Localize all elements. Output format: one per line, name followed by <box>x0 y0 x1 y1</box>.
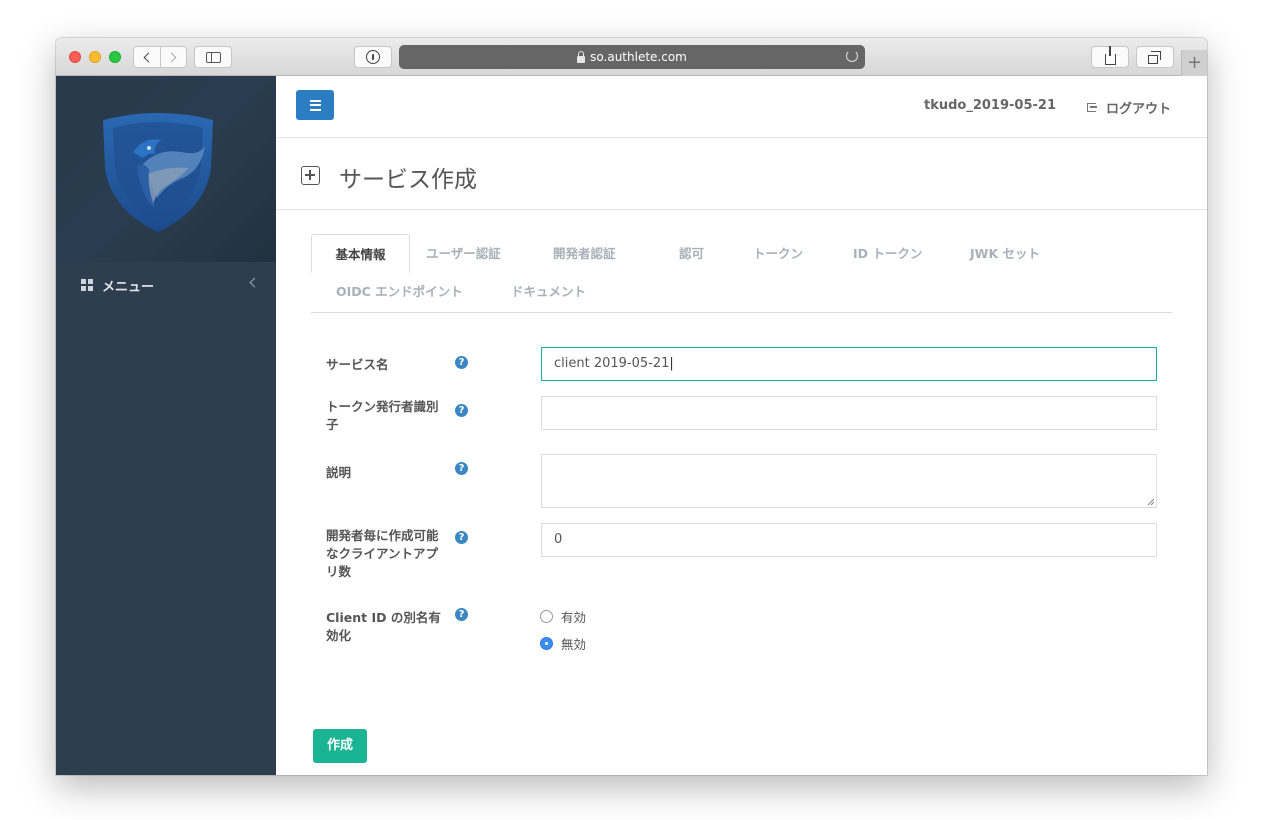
chevron-left-icon <box>249 277 260 288</box>
forward-button[interactable] <box>161 47 187 67</box>
sidebar-menu-label: メニュー <box>102 279 155 295</box>
radio-unchecked-icon[interactable] <box>540 610 553 623</box>
minimize-window-button[interactable] <box>89 51 101 63</box>
page-header: サービス作成 <box>276 138 1207 210</box>
issuer-label: トークン発行者識別子 <box>326 399 439 432</box>
radio-enabled[interactable]: 有効 <box>540 607 586 626</box>
sidebar-menu-toggle[interactable]: メニュー <box>56 262 276 308</box>
lock-icon <box>577 50 586 63</box>
tab-documents[interactable]: ドキュメント <box>511 272 586 311</box>
tab-overview-button[interactable] <box>1136 46 1174 68</box>
back-forward-buttons <box>133 46 187 68</box>
sidebar-icon <box>205 51 221 63</box>
top-navbar: tkudo_2019-05-21 ログアウト <box>276 76 1207 138</box>
radio-enabled-label: 有効 <box>561 610 587 625</box>
tabs-icon <box>1148 50 1161 64</box>
client-id-alias-label: Client ID の別名有効化 <box>326 610 441 643</box>
description-textarea[interactable] <box>541 454 1157 508</box>
share-button[interactable] <box>1091 45 1129 68</box>
zoom-window-button[interactable] <box>109 51 121 63</box>
logout-label: ログアウト <box>1105 102 1171 117</box>
close-window-button[interactable] <box>69 51 81 63</box>
new-tab-button[interactable]: + <box>1181 50 1207 76</box>
back-button[interactable] <box>134 47 161 67</box>
sidebar: メニュー <box>56 76 276 775</box>
tab-jwk-set[interactable]: JWK セット <box>970 234 1040 273</box>
radio-checked-icon[interactable] <box>540 637 553 650</box>
plus-square-icon <box>301 166 320 185</box>
sign-out-icon <box>1086 103 1097 112</box>
address-bar[interactable]: so.authlete.com <box>399 45 865 69</box>
tab-token[interactable]: トークン <box>753 234 803 273</box>
description-label: 説明 <box>326 465 352 480</box>
help-icon[interactable]: ? <box>455 462 468 475</box>
radio-disabled-label: 無効 <box>561 637 587 652</box>
grid-icon <box>81 279 93 291</box>
help-icon[interactable]: ? <box>455 531 468 544</box>
tab-authorization[interactable]: 認可 <box>679 234 704 273</box>
url-text: so.authlete.com <box>590 50 687 64</box>
password-manager-icon <box>366 50 380 64</box>
client-limit-value: 0 <box>554 532 563 547</box>
reload-icon[interactable] <box>846 50 858 62</box>
authlete-logo <box>103 113 213 232</box>
browser-window: so.authlete.com + メニュー tkudo_2019-05-21 … <box>56 38 1207 775</box>
logo-area <box>56 76 276 262</box>
tab-basic-info[interactable]: 基本情報 <box>311 234 410 273</box>
client-limit-label: 開発者毎に作成可能なクライアントアプリ数 <box>326 528 439 579</box>
page-title: サービス作成 <box>339 167 477 193</box>
tab-oidc-endpoint[interactable]: OIDC エンドポイント <box>336 272 463 311</box>
tab-developer-auth[interactable]: 開発者認証 <box>553 234 616 273</box>
show-sidebar-button[interactable] <box>194 46 232 68</box>
help-icon[interactable]: ? <box>455 356 468 369</box>
tab-bar: 基本情報 ユーザー認証 開発者認証 認可 トークン ID トークン JWK セッ… <box>311 234 1172 313</box>
help-icon[interactable]: ? <box>455 404 468 417</box>
tab-user-auth[interactable]: ユーザー認証 <box>426 234 501 273</box>
password-manager-button[interactable] <box>354 46 392 68</box>
service-name-value: client 2019-05-21 <box>554 356 670 371</box>
client-limit-input[interactable]: 0 <box>541 523 1157 557</box>
service-name-input[interactable]: client 2019-05-21| <box>541 347 1157 381</box>
service-name-label: サービス名 <box>326 357 389 372</box>
chevron-left-icon <box>143 52 154 62</box>
help-icon[interactable]: ? <box>455 608 468 621</box>
tab-id-token[interactable]: ID トークン <box>853 234 922 273</box>
logout-link[interactable]: ログアウト <box>1086 98 1171 117</box>
create-button[interactable]: 作成 <box>313 729 367 763</box>
share-icon <box>1104 45 1116 65</box>
radio-disabled[interactable]: 無効 <box>540 634 586 653</box>
hamburger-menu-button[interactable] <box>296 90 334 120</box>
chevron-right-icon <box>166 52 177 62</box>
resize-handle-icon[interactable] <box>1147 498 1154 505</box>
browser-toolbar: so.authlete.com + <box>56 38 1207 76</box>
main-content: tkudo_2019-05-21 ログアウト サービス作成 基本情報 ユーザー認… <box>276 76 1207 775</box>
username: tkudo_2019-05-21 <box>923 98 1056 113</box>
issuer-input[interactable] <box>541 396 1157 430</box>
